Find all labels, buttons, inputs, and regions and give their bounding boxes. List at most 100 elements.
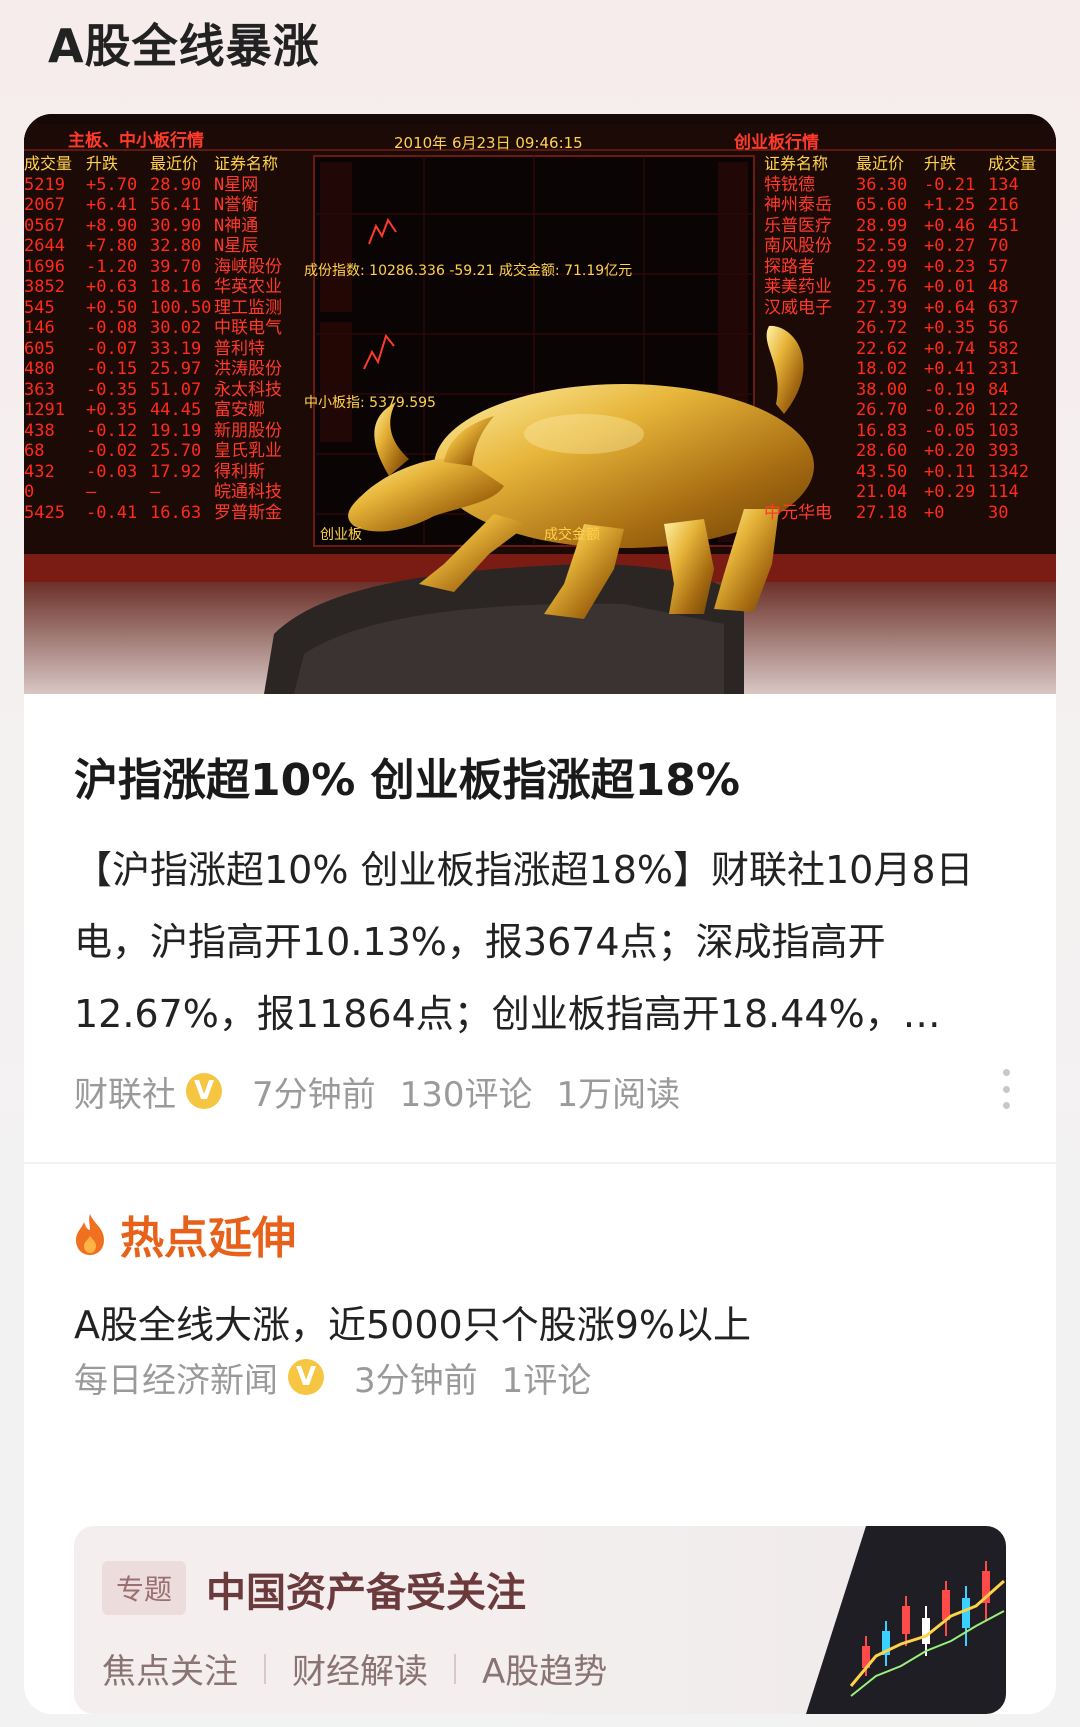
board-left-row: 5425 -0.41 16.63 罗普斯金 [24, 503, 314, 524]
board-right-cell: 神州泰岳 [764, 195, 832, 215]
board-right-cell: +0.29 [924, 482, 976, 502]
board-right-cell [764, 462, 856, 483]
board-left-row: 146 -0.08 30.02 中联电气 [24, 318, 314, 339]
article-summary[interactable]: 【沪指涨超10% 创业板指涨超18%】财联社10月8日电，沪指高开10.13%，… [74, 834, 1024, 1050]
board-left-cell: 545 [24, 297, 55, 318]
hero-image[interactable]: 主板、中小板行情 2010年 6月23日 09:46:15 创业板行情 成交量 … [24, 114, 1056, 694]
board-right-cell: 122 [988, 400, 1019, 420]
board-right-cell: 28.60 [856, 441, 908, 461]
board-left-cell: N神通 [214, 215, 259, 236]
board-left-row: 2067 +6.41 56.41 N誉衡 [24, 195, 314, 216]
board-left-cell: 39.70 [150, 256, 202, 277]
board-right-cell: +0.46 [924, 215, 976, 236]
board-index-line: 成份指数: 10286.336 -59.21 成交金额: 71.19亿元 [304, 263, 633, 279]
board-date-time: 2010年 6月23日 09:46:15 [394, 134, 583, 152]
board-left-row: 1291 +0.35 44.45 富安娜 [24, 400, 314, 421]
board-left-cell: 海峡股份 [214, 256, 282, 277]
topic-link-trend[interactable]: A股趋势 [482, 1644, 607, 1693]
hot-extension-title: 热点延伸 [120, 1213, 296, 1264]
board-right-cell: 18.02 [856, 359, 908, 379]
board-right-cell: 70 [988, 236, 1009, 256]
board-right-header: 证券名称 最近价 升跌 成交量 [764, 154, 1056, 175]
board-right-row: 28.60 +0.20 393 [764, 441, 1056, 462]
board-right-row: 22.62 +0.74 582 [764, 339, 1056, 360]
related-source[interactable]: 每日经济新闻 [74, 1353, 278, 1402]
board-right-row: 南风股份 52.59 +0.27 70 [764, 236, 1056, 257]
board-left-h3: 证券名称 [214, 154, 279, 173]
board-right-cell [764, 482, 856, 503]
board-left-cell: -0.03 [86, 461, 138, 482]
board-right-row: 莱美药业 25.76 +0.01 48 [764, 277, 1056, 298]
board-left-cell: 33.19 [150, 338, 202, 359]
board-left-row: 2644 +7.80 32.80 N星辰 [24, 236, 314, 257]
board-right-cell: 28.99 [856, 215, 908, 236]
board-left-cell: 438 [24, 420, 55, 441]
related-article-title[interactable]: A股全线大涨，近5000只个股涨9%以上 [74, 1294, 751, 1349]
board-left-cell: 华英农业 [214, 277, 282, 297]
board-left-cell: 5219 [24, 174, 65, 195]
board-left-cell: 56.41 [150, 195, 202, 215]
board-right-cell [764, 339, 856, 360]
board-left-cell: 1696 [24, 256, 65, 277]
board-right-h1: 最近价 [856, 154, 905, 173]
article-comments[interactable]: 130评论 [400, 1067, 533, 1116]
topic-tag: 专题 [102, 1561, 186, 1615]
topic-link-analysis[interactable]: 财经解读 [292, 1644, 428, 1693]
board-left-cell: 得利斯 [214, 461, 265, 482]
verified-icon: V [186, 1073, 222, 1109]
board-left-cell: 146 [24, 318, 55, 338]
board-left-cell: 100.50 [150, 297, 212, 318]
article-headline[interactable]: 沪指涨超10% 创业板指涨超18% [74, 744, 1014, 808]
board-right-row: 21.04 +0.29 114 [764, 482, 1056, 503]
board-left-cell: 28.90 [150, 174, 202, 195]
board-right-row: 38.00 -0.19 84 [764, 380, 1056, 401]
board-right-cell: +0.11 [924, 461, 976, 482]
board-left-h2: 最近价 [150, 154, 199, 173]
board-right-cell: 134 [988, 174, 1019, 195]
board-left-cell: 19.19 [150, 420, 202, 441]
candlestick-chart-icon [806, 1526, 1006, 1714]
board-right-cell: 637 [988, 297, 1019, 318]
board-left-cell: 432 [24, 461, 55, 482]
related-time: 3分钟前 [354, 1360, 478, 1401]
board-left-cell: +5.70 [86, 174, 138, 195]
board-left-row: 68 -0.02 25.70 皇氏乳业 [24, 441, 314, 462]
board-left-cell: 罗普斯金 [214, 502, 282, 523]
board-right-cell: 莱美药业 [764, 277, 832, 297]
news-card[interactable]: 主板、中小板行情 2010年 6月23日 09:46:15 创业板行情 成交量 … [24, 114, 1056, 1714]
board-left-cell: +0.63 [86, 277, 138, 297]
board-right-cell: 21.04 [856, 482, 908, 502]
board-left-cell: — [86, 482, 97, 502]
board-left-cell: -0.12 [86, 420, 138, 441]
board-left-cell: 68 [24, 441, 45, 461]
board-left-row: 1696 -1.20 39.70 海峡股份 [24, 257, 314, 278]
related-comments[interactable]: 1评论 [502, 1353, 592, 1402]
board-left-cell: 洪涛股份 [214, 359, 282, 379]
board-left-row: 432 -0.03 17.92 得利斯 [24, 462, 314, 483]
board-right-h3: 成交量 [988, 154, 1037, 173]
board-left-cell: 18.16 [150, 277, 202, 297]
article-source[interactable]: 财联社 [74, 1067, 176, 1116]
board-left-cell: 0 [24, 482, 35, 502]
more-options-icon[interactable] [1002, 1069, 1010, 1109]
topic-link-focus[interactable]: 焦点关注 [102, 1644, 238, 1693]
board-right-cell [764, 318, 856, 339]
board-left-header: 成交量 升跌 最近价 证券名称 [24, 154, 314, 175]
board-left-cell: N星网 [214, 174, 259, 195]
board-right-cell: +0.20 [924, 441, 976, 461]
board-left-cell: +7.80 [86, 236, 138, 256]
board-left-table: 成交量 升跌 最近价 证券名称 5219 +5.70 28.90 N星网 2067 +6.… [24, 154, 314, 523]
board-right-row: 26.72 +0.35 56 [764, 318, 1056, 339]
board-right-cell [764, 359, 856, 380]
topic-card[interactable]: 专题 中国资产备受关注 焦点关注 财经解读 A股趋势 [74, 1526, 1006, 1714]
topic-title[interactable]: 中国资产备受关注 [206, 1560, 526, 1618]
board-left-cell: +0.35 [86, 400, 138, 420]
board-right-row: 探路者 22.99 +0.23 57 [764, 257, 1056, 278]
board-right-row: 特锐德 36.30 -0.21 134 [764, 175, 1056, 196]
board-right-cell: 48 [988, 277, 1009, 297]
board-left-cell: N星辰 [214, 236, 259, 256]
board-left-cell: 17.92 [150, 461, 202, 482]
board-right-cell: 84 [988, 379, 1009, 400]
board-right-cell: +0.27 [924, 236, 976, 256]
board-left-cell: 30.90 [150, 215, 202, 236]
